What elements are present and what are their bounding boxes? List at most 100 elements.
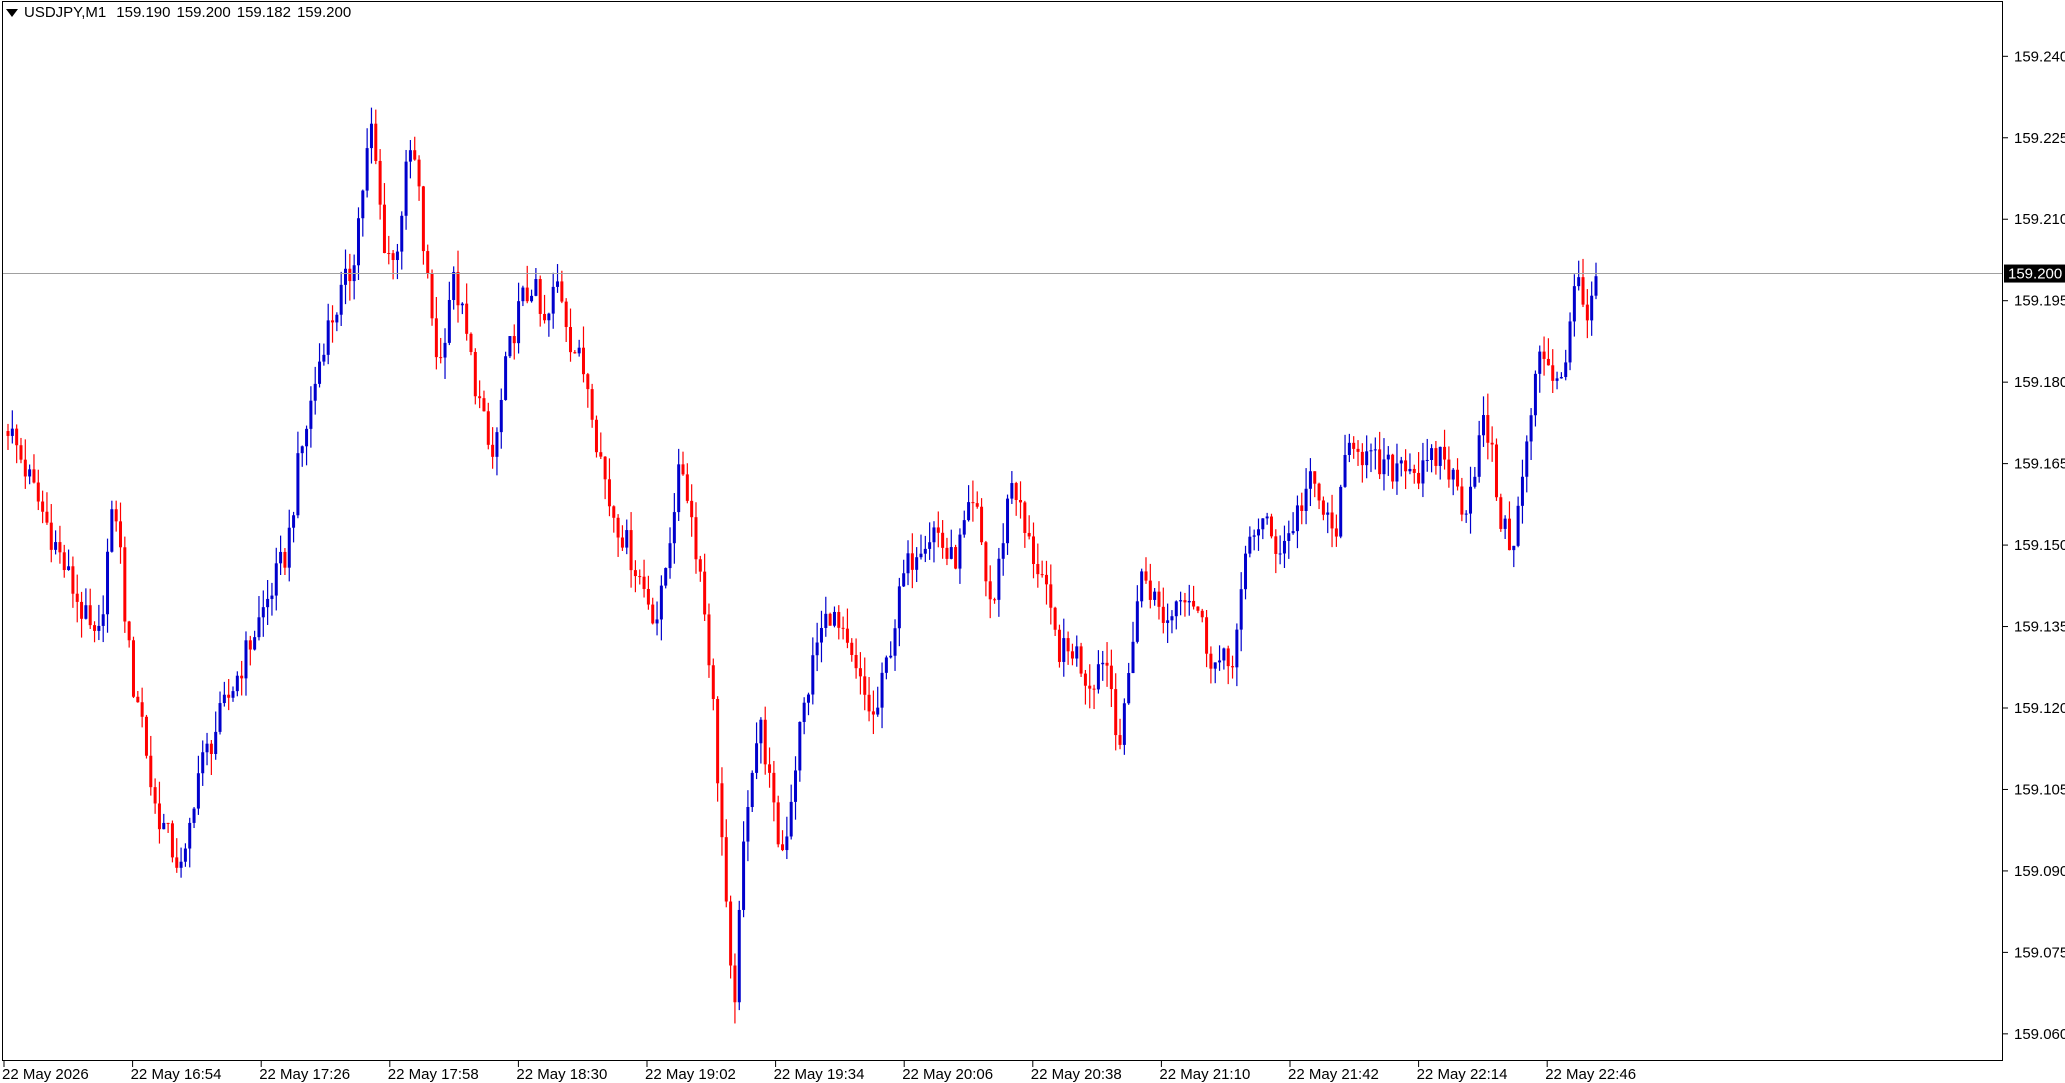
candle-body-bull bbox=[460, 303, 464, 306]
candle-body-bear bbox=[62, 552, 66, 571]
candle-body-bull bbox=[1261, 518, 1265, 530]
x-tick-label: 22 May 21:42 bbox=[1288, 1066, 1379, 1083]
candle-body-bull bbox=[1166, 620, 1170, 623]
candle-body-bull bbox=[798, 721, 802, 771]
candle-body-bear bbox=[1378, 449, 1382, 475]
candle-body-bull bbox=[876, 707, 880, 715]
candle-body-bear bbox=[1144, 571, 1148, 581]
candle-body-bear bbox=[763, 719, 767, 765]
candle-body-bull bbox=[928, 542, 932, 549]
candle-body-bear bbox=[240, 675, 244, 679]
candle-body-bear bbox=[690, 500, 694, 518]
candle-body-bull bbox=[1291, 531, 1295, 534]
price-axis[interactable]: 159.240 159.225 159.210 159.195 159.180 159.1… bbox=[2002, 48, 2065, 1043]
candle-body-bear bbox=[6, 431, 10, 436]
candle-body-bear bbox=[863, 676, 867, 695]
candle-body-bull bbox=[1590, 295, 1594, 321]
candle-body-bull bbox=[932, 527, 936, 543]
candle-body-bear bbox=[581, 347, 585, 375]
candle-body-bull bbox=[737, 909, 741, 1003]
candle-body-bear bbox=[612, 506, 616, 518]
candle-body-bull bbox=[1308, 471, 1312, 489]
candle-body-bear bbox=[469, 333, 473, 352]
candle-body-bear bbox=[1507, 518, 1511, 551]
candle-body-bull bbox=[1559, 377, 1563, 379]
candle-body-bear bbox=[711, 665, 715, 700]
candle-body-bull bbox=[1174, 601, 1178, 617]
candle-body-bear bbox=[1209, 653, 1213, 669]
candle-body-bear bbox=[651, 604, 655, 624]
candle-body-bull bbox=[309, 400, 313, 429]
candle-body-bull bbox=[201, 752, 205, 774]
y-tick-label: 159.165 bbox=[2014, 456, 2065, 473]
candle-body-bull bbox=[884, 657, 888, 673]
x-tick-label: 22 May 16:54 bbox=[131, 1066, 222, 1083]
candle-body-bear bbox=[1317, 483, 1321, 501]
time-axis[interactable]: 22 May 2026 22 May 16:54 22 May 17:26 22 Ma… bbox=[2, 1061, 1636, 1083]
candle-body-bear bbox=[1447, 459, 1451, 480]
candle-body-bear bbox=[140, 702, 144, 717]
candle-body-bull bbox=[54, 542, 58, 550]
candle-body-bull bbox=[1282, 540, 1286, 554]
candle-body-bull bbox=[1339, 486, 1343, 537]
candle-body-bear bbox=[491, 444, 495, 457]
candle-body-bear bbox=[560, 281, 564, 302]
candle-body-bear bbox=[1027, 532, 1031, 537]
candle-body-bear bbox=[1274, 536, 1278, 554]
candle-body-bear bbox=[1412, 468, 1416, 473]
candle-body-bear bbox=[80, 601, 84, 619]
candle-body-bull bbox=[1252, 535, 1256, 537]
candle-body-bull bbox=[1516, 505, 1520, 546]
y-tick-label: 159.225 bbox=[2014, 130, 2065, 147]
candle-body-bear bbox=[1226, 648, 1230, 667]
candle-body-bull bbox=[1304, 488, 1308, 512]
candle-body-bear bbox=[149, 755, 153, 788]
candle-body-bear bbox=[1114, 689, 1118, 736]
chart-header: USDJPY,M1 159.190 159.200 159.182 159.20… bbox=[6, 4, 357, 21]
candle-body-bear bbox=[426, 251, 430, 274]
candle-body-bear bbox=[975, 503, 979, 507]
candle-body-bull bbox=[750, 772, 754, 808]
dropdown-triangle-icon[interactable] bbox=[6, 9, 18, 17]
symbol-label: USDJPY,M1 bbox=[24, 4, 107, 21]
candle-body-bear bbox=[1118, 735, 1122, 745]
candle-body-bull bbox=[1365, 451, 1369, 466]
candle-body-bull bbox=[365, 148, 369, 191]
candle-body-bear bbox=[382, 204, 386, 254]
candle-body-bull bbox=[664, 568, 668, 586]
candle-body-bull bbox=[300, 446, 304, 454]
candle-body-bear bbox=[1070, 651, 1074, 659]
candle-body-bull bbox=[1386, 454, 1390, 460]
candle-body-bear bbox=[387, 253, 391, 255]
candle-body-bear bbox=[348, 268, 352, 282]
candle-body-bear bbox=[1161, 606, 1165, 623]
candle-body-bull bbox=[1096, 664, 1100, 690]
candle-body-bull bbox=[521, 287, 525, 302]
candle-body-bull bbox=[1343, 454, 1347, 487]
candle-body-bear bbox=[166, 822, 170, 824]
candle-body-bear bbox=[119, 521, 123, 548]
candle-body-bear bbox=[716, 699, 720, 784]
candle-body-bear bbox=[993, 599, 997, 601]
candle-body-bull bbox=[305, 428, 309, 447]
candle-body-bull bbox=[1464, 513, 1468, 515]
x-tick-label: 22 May 17:26 bbox=[259, 1066, 350, 1083]
candlestick-chart[interactable]: 159.240 159.225 159.210 159.195 159.180 159.1… bbox=[0, 0, 2065, 1083]
candle-body-bull bbox=[292, 515, 296, 528]
y-tick-label: 159.120 bbox=[2014, 700, 2065, 717]
chart-window[interactable]: 159.240 159.225 159.210 159.195 159.180 159.1… bbox=[0, 0, 2065, 1083]
candle-body-bear bbox=[729, 901, 733, 966]
candle-body-bear bbox=[1542, 351, 1546, 359]
candle-body-bear bbox=[32, 469, 36, 483]
candle-body-bear bbox=[36, 482, 40, 502]
candle-body-bull bbox=[1179, 600, 1183, 602]
candle-body-bull bbox=[1373, 449, 1377, 451]
candle-body-bear bbox=[41, 501, 45, 512]
ohlc-low: 159.182 bbox=[236, 4, 291, 21]
candle-body-bear bbox=[599, 452, 603, 457]
candle-body-bear bbox=[157, 803, 161, 830]
candle-body-bull bbox=[1520, 476, 1524, 506]
candle-body-bull bbox=[253, 637, 257, 650]
x-tick-label: 22 May 2026 bbox=[2, 1066, 89, 1083]
candle-body-bull bbox=[811, 655, 815, 695]
